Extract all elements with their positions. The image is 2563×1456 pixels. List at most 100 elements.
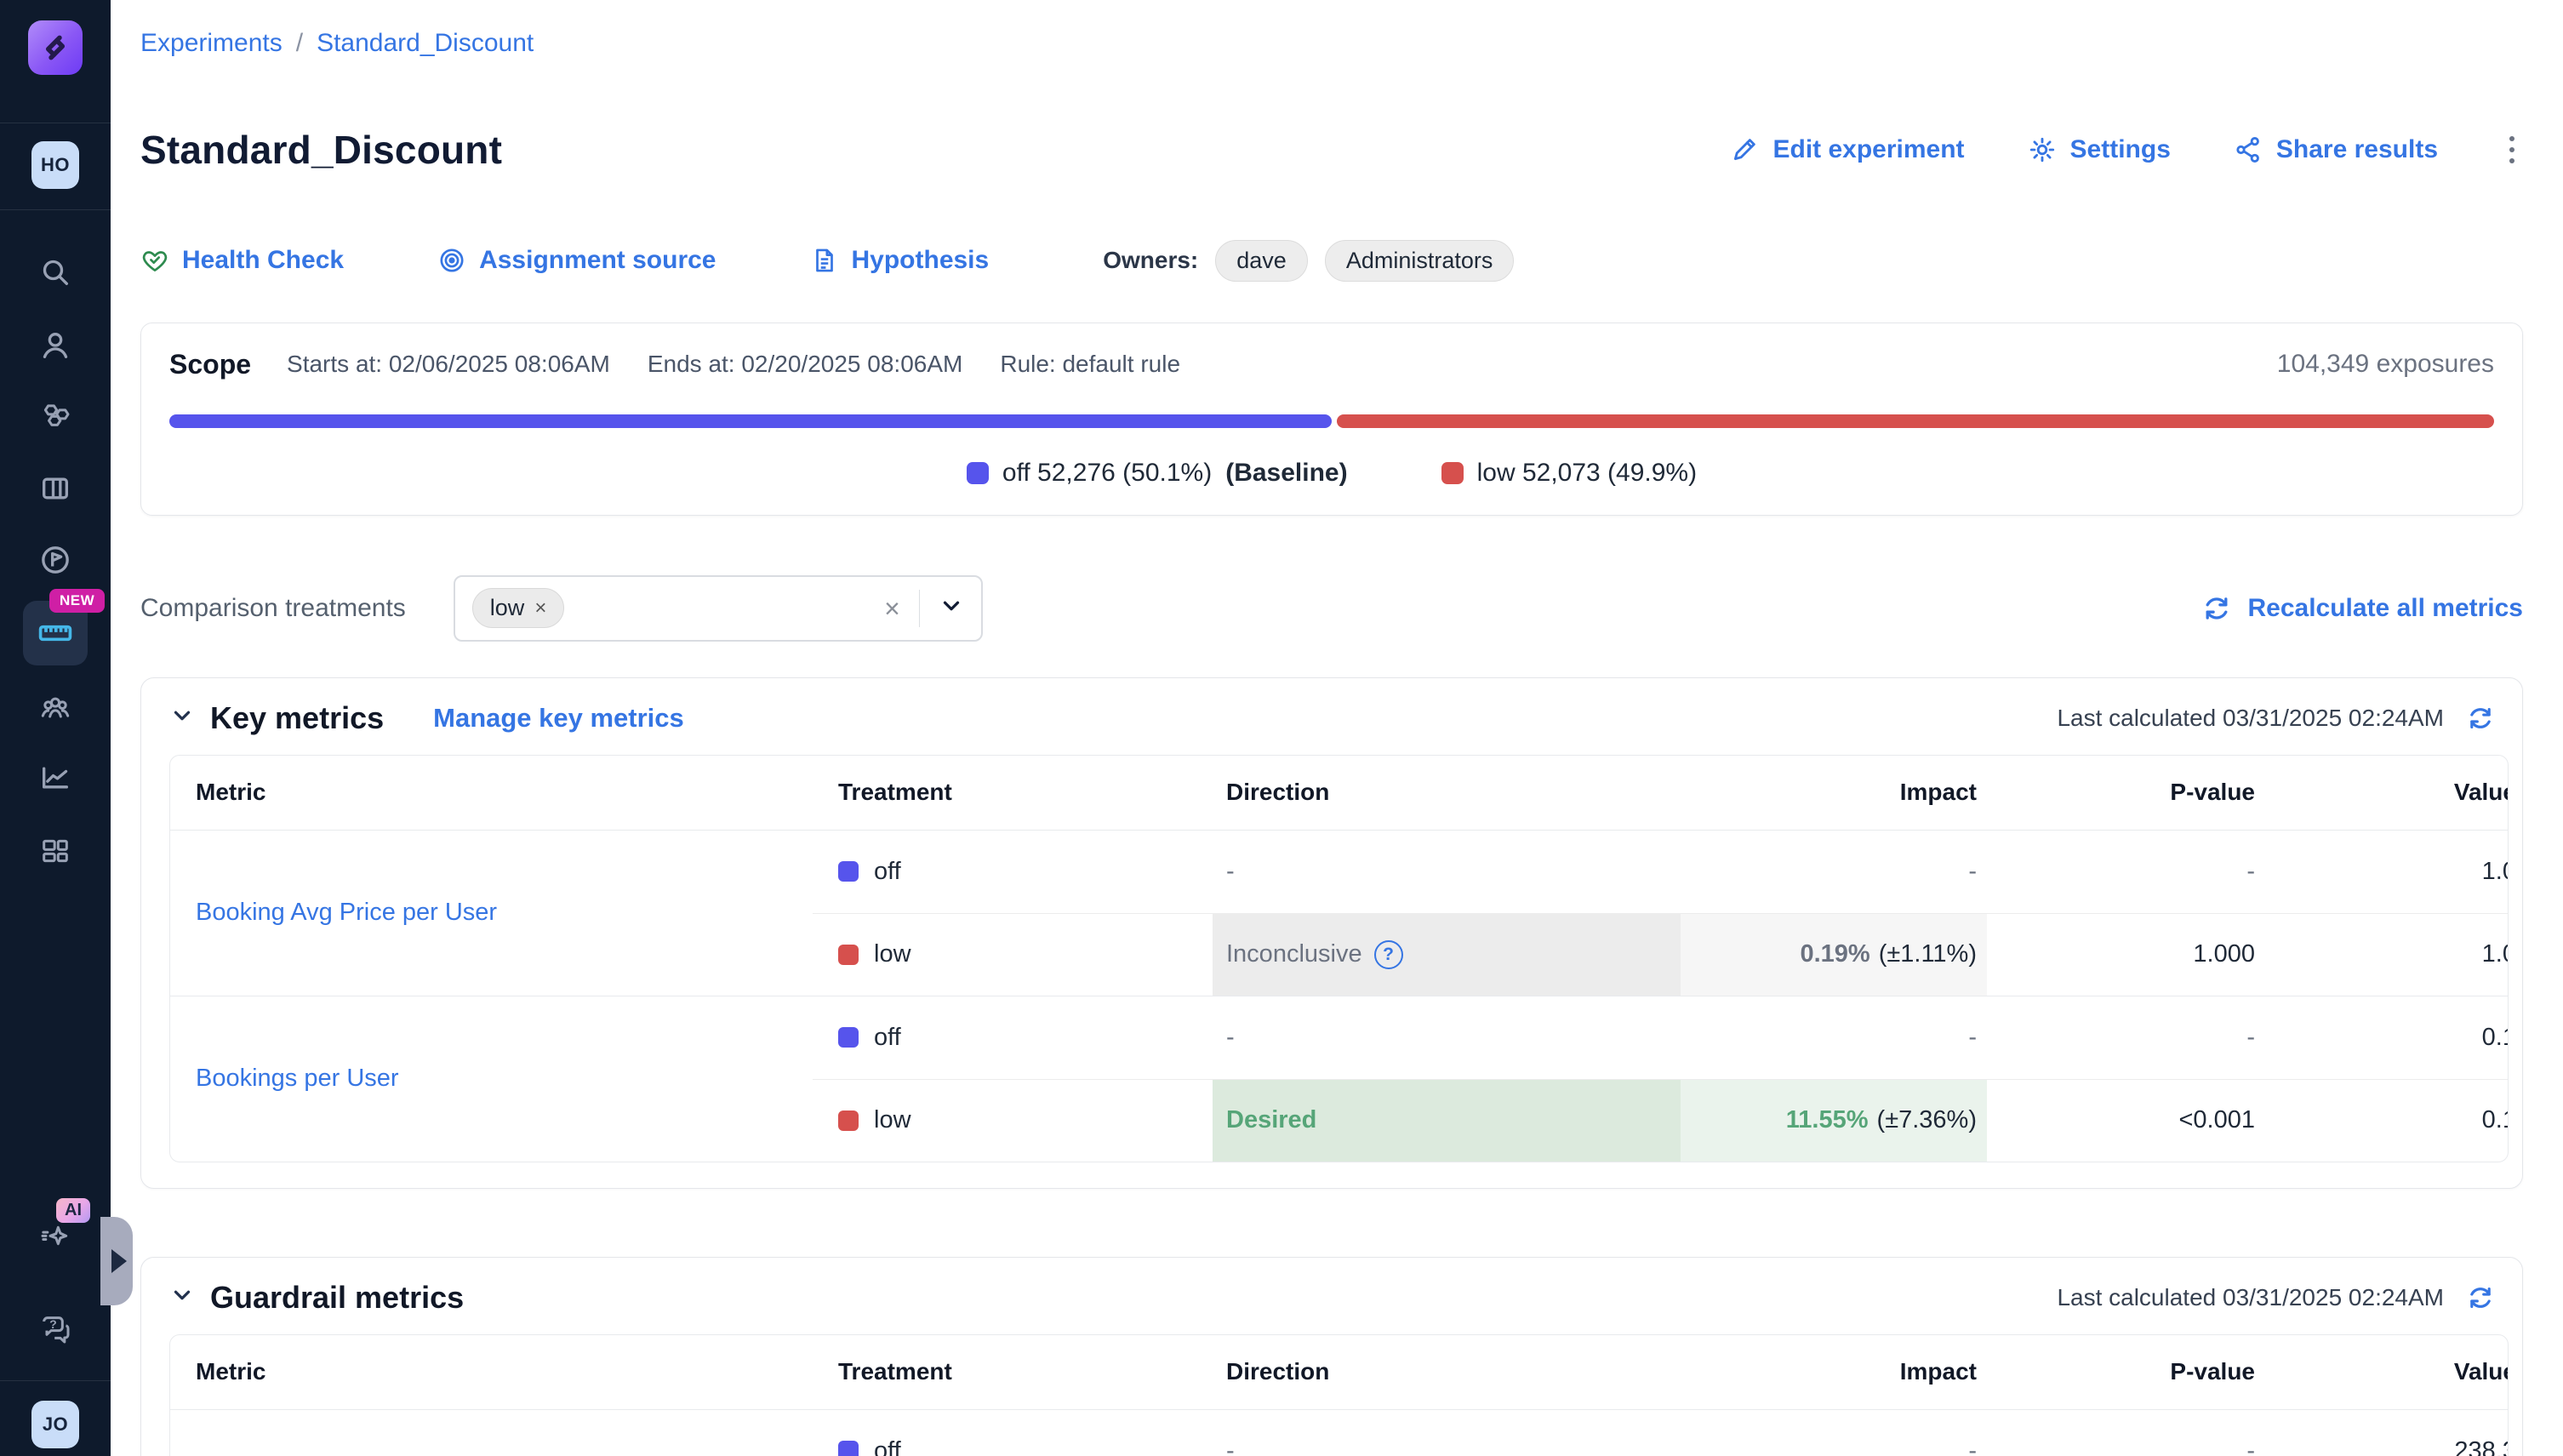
treatment-swatch-low xyxy=(838,945,859,965)
assignment-source-link[interactable]: Assignment source xyxy=(437,246,716,275)
scope-rule: Rule: default rule xyxy=(1000,351,1180,378)
pencil-icon xyxy=(1730,135,1759,164)
select-clear-icon[interactable]: × xyxy=(884,595,900,622)
refresh-icon xyxy=(2201,593,2232,624)
select-divider xyxy=(919,590,920,627)
chip-remove-icon[interactable]: × xyxy=(534,598,546,619)
collapse-chevron-icon[interactable] xyxy=(169,1282,195,1312)
col-direction: Direction xyxy=(1213,1358,1681,1385)
chevron-down-icon[interactable] xyxy=(939,593,964,623)
assignment-source-label: Assignment source xyxy=(479,246,716,275)
table-row: off - - - 0.1 xyxy=(813,996,2509,1079)
scope-card: Scope Starts at: 02/06/2025 08:06AM Ends… xyxy=(140,323,2523,516)
allocation-segment-low xyxy=(1337,414,2494,428)
pvalue-cell: <0.001 xyxy=(1987,1080,2255,1162)
table-header: Metric Treatment Direction Impact P-valu… xyxy=(170,1335,2508,1410)
health-check-link[interactable]: Health Check xyxy=(140,246,344,275)
impact-cell: - xyxy=(1681,996,1987,1079)
share-results-button[interactable]: Share results xyxy=(2234,135,2438,164)
col-value: Value xyxy=(2255,1358,2509,1385)
treatment-swatch-low xyxy=(838,1111,859,1131)
legend-item-low: low 52,073 (49.9%) xyxy=(1441,459,1698,488)
hypothesis-link[interactable]: Hypothesis xyxy=(810,246,990,275)
pvalue-cell: - xyxy=(1987,996,2255,1079)
columns-icon[interactable] xyxy=(37,470,74,507)
treatment-name: off xyxy=(874,1437,901,1456)
owner-pill-dave[interactable]: dave xyxy=(1215,240,1308,282)
manage-key-metrics-link[interactable]: Manage key metrics xyxy=(433,703,684,734)
user-icon[interactable] xyxy=(37,327,74,364)
recalculate-all-metrics-button[interactable]: Recalculate all metrics xyxy=(2201,593,2523,624)
line-chart-icon[interactable] xyxy=(37,759,74,797)
heart-check-icon xyxy=(140,246,169,275)
pvalue-cell: - xyxy=(1987,831,2255,913)
page-title: Standard_Discount xyxy=(140,127,502,173)
impact-value: 0.19% xyxy=(1800,940,1869,968)
allocation-segment-off xyxy=(169,414,1332,428)
impact-value: 11.55% xyxy=(1786,1106,1869,1134)
search-icon[interactable] xyxy=(37,254,74,291)
help-chat-icon[interactable]: ? xyxy=(37,1310,74,1348)
direction-label: Inconclusive xyxy=(1226,940,1362,968)
ai-sparkle-icon[interactable] xyxy=(37,1219,74,1256)
legend-off-text: off 52,276 (50.1%) xyxy=(1002,459,1212,488)
question-icon[interactable]: ? xyxy=(1374,940,1403,969)
treatment-swatch-off xyxy=(838,1027,859,1048)
col-impact: Impact xyxy=(1681,779,1987,806)
settings-button[interactable]: Settings xyxy=(2028,135,2171,164)
more-options-button[interactable] xyxy=(2501,131,2523,168)
dashboard-icon[interactable] xyxy=(37,832,74,870)
metric-link-bookings-per-user[interactable]: Bookings per User xyxy=(196,1065,399,1093)
metric-group: Avg Booking Price per Night off - - - 23… xyxy=(170,1410,2508,1456)
share-icon xyxy=(2234,135,2263,164)
legend-item-off: off 52,276 (50.1%) (Baseline) xyxy=(967,459,1348,488)
metric-group: Booking Avg Price per User off - - - 1.0… xyxy=(170,831,2508,996)
refresh-icon[interactable] xyxy=(2466,704,2495,733)
table-row: off - - - 238.3 xyxy=(813,1410,2509,1456)
chevron-right-icon xyxy=(111,1249,127,1273)
treatment-name: low xyxy=(874,1106,911,1134)
breadcrumb-experiments[interactable]: Experiments xyxy=(140,29,283,58)
header-actions: Edit experiment Settings Share results xyxy=(1730,131,2523,168)
owners: Owners: dave Administrators xyxy=(1103,240,1514,282)
user-avatar[interactable]: JO xyxy=(31,1401,79,1448)
new-badge: NEW xyxy=(49,589,105,613)
table-row: off - - - 1.0 xyxy=(813,831,2509,913)
treatment-chip-low[interactable]: low × xyxy=(472,588,565,628)
impact-ci: (±1.11%) xyxy=(1879,940,1977,968)
key-metrics-card: Key metrics Manage key metrics Last calc… xyxy=(140,677,2523,1189)
direction-label: Desired xyxy=(1226,1106,1316,1134)
main-content: Experiments / Standard_Discount Standard… xyxy=(111,0,2563,1456)
off-color-swatch xyxy=(967,462,989,484)
guardrail-metrics-card: Guardrail metrics Last calculated 03/31/… xyxy=(140,1257,2523,1456)
hexagons-icon[interactable] xyxy=(37,399,74,437)
direction-cell: - xyxy=(1213,1410,1681,1456)
svg-text:?: ? xyxy=(49,1318,57,1332)
edit-experiment-button[interactable]: Edit experiment xyxy=(1730,135,1964,164)
ai-badge: AI xyxy=(56,1198,90,1223)
col-treatment: Treatment xyxy=(813,779,1213,806)
exposures-count: 104,349 exposures xyxy=(2277,350,2494,379)
breadcrumb-current[interactable]: Standard_Discount xyxy=(317,29,534,58)
settings-label: Settings xyxy=(2070,135,2171,164)
metric-link-booking-avg-price[interactable]: Booking Avg Price per User xyxy=(196,899,497,927)
refresh-icon[interactable] xyxy=(2466,1283,2495,1312)
people-icon[interactable] xyxy=(37,689,74,727)
key-metrics-title: Key metrics xyxy=(210,700,384,736)
owner-pill-administrators[interactable]: Administrators xyxy=(1325,240,1515,282)
flag-circle-icon[interactable] xyxy=(37,541,74,579)
metric-group: Bookings per User off - - - 0.1 low xyxy=(170,996,2508,1162)
value-cell: 0.1 xyxy=(2255,1080,2509,1162)
chip-label: low xyxy=(490,595,525,621)
pvalue-cell: - xyxy=(1987,1410,2255,1456)
collapse-chevron-icon[interactable] xyxy=(169,703,195,733)
sidebar-expand-handle[interactable] xyxy=(100,1217,133,1305)
scope-ends: Ends at: 02/20/2025 08:06AM xyxy=(648,351,963,378)
guardrail-metrics-title: Guardrail metrics xyxy=(210,1280,464,1316)
statsig-logo-icon[interactable] xyxy=(28,20,83,75)
treatment-select[interactable]: low × × xyxy=(454,575,983,642)
workspace-avatar[interactable]: HO xyxy=(31,141,79,189)
impact-cell: - xyxy=(1681,831,1987,913)
impact-cell: - xyxy=(1681,1410,1987,1456)
direction-cell: - xyxy=(1213,831,1681,913)
